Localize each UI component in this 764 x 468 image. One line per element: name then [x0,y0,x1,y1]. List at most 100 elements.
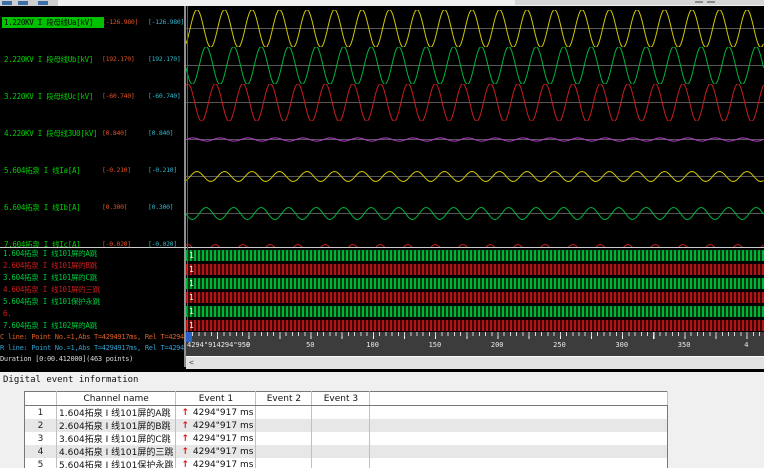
event-rise-arrow-icon: ↑ [181,446,189,457]
event3-cell [311,405,371,419]
status-r-line: R line: Point No.=1,Abs T=4294917ms, Rel… [0,344,184,352]
digital-trace-value: 1 [189,293,194,302]
analog-channel-label[interactable]: 4.220KV I 段母线3U0[kV] [2,128,99,139]
event3-cell [311,445,371,458]
digital-event-panel: Digital event information Channel name Ev… [0,372,764,468]
c-cursor-line[interactable] [187,6,188,332]
table-row[interactable]: 1 1.604拓泉 I 线101屏的A跳 ↑ 4294"917 ms [24,405,668,420]
toolbar-icon[interactable] [18,1,28,5]
digital-channel-label[interactable]: 4.604拓泉 I 线101屏的三跳 [0,284,184,296]
h-scrollbar[interactable]: < [186,356,764,369]
ruler-tick-label: 350 [677,341,691,349]
digital-trace-value: 1 [189,307,194,316]
analog-channel-row[interactable]: 1.220KV I 段母线Ua[kV] [-126.980] [-126.980] [0,17,184,28]
analog-channel-row[interactable]: 3.220KV I 段母线Uc[kV] [-60.740] [-60.740] [0,91,184,102]
filler-cell [369,419,668,432]
ruler-tick-label: 200 [490,341,504,349]
analog-channel-row[interactable]: 6.604拓泉 I 线Ib[A] [0.300] [0.300] [0,202,184,213]
section-divider [0,247,764,248]
section-title: Digital event information [3,375,139,385]
waveform-svg [186,8,764,48]
analog-channel-label[interactable]: 1.220KV I 段母线Ua[kV] [2,17,104,28]
analog-channel-row[interactable]: 4.220KV I 段母线3U0[kV] [0.840] [0.840] [0,128,184,139]
digital-trace-bar: 1 [186,320,764,331]
channel-name-cell: 4.604拓泉 I 线101屏的三跳 [56,445,177,458]
analog-channel-row[interactable]: 5.604拓泉 I 线Ia[A] [-0.210] [-0.210] [0,165,184,176]
digital-channel-label[interactable]: 3.604拓泉 I 线101屏的C跳 [0,272,184,284]
ruler-minor-ticks [186,332,764,336]
cursor2-value: [192.170] [148,55,181,63]
digital-trace-value: 1 [189,265,194,274]
digital-channel-label[interactable]: 2.604拓泉 I 线101屏的B跳 [0,260,184,272]
cursor2-value: [-126.980] [148,18,184,26]
row-number: 4 [24,445,57,458]
event1-cell: ↑ 4294"917 ms [175,405,257,419]
event-rise-arrow-icon: ↑ [181,433,189,444]
filler-cell [370,432,668,445]
digital-trace-area[interactable]: 1 1 1 1 1 1 [186,248,764,332]
cursor1-value: [192.170] [102,55,135,63]
analog-channel-label[interactable]: 6.604拓泉 I 线Ib[A] [2,202,82,213]
row-number: 5 [24,458,57,468]
col-header [24,391,57,406]
scroll-left-arrow[interactable]: < [189,358,194,368]
ruler-tick-label: 150 [428,341,442,349]
table-row[interactable]: 2 2.604拓泉 I 线101屏的B跳 ↑ 4294"917 ms [24,419,668,432]
status-duration: Duration [0:00.412000](463 points) [0,355,134,363]
time-ruler: 4294"914294"950 0 50 100 150 200 250 300 350 4 [186,332,764,356]
event-time: 4294"917 ms [192,446,254,457]
channel-name-cell: 1.604拓泉 I 线101屏的A跳 [56,405,177,419]
analog-channel-label[interactable]: 3.220KV I 段母线Uc[kV] [2,91,95,102]
event2-cell [255,419,313,432]
table-row[interactable]: 3 3.604拓泉 I 线101屏的C跳 ↑ 4294"917 ms [24,432,668,445]
row-number: 2 [24,419,57,432]
filler-cell [370,406,668,420]
event3-cell [311,419,371,432]
table-row[interactable]: 4 4.604拓泉 I 线101屏的三跳 ↑ 4294"917 ms [24,445,668,458]
channel-name-cell: 5.604拓泉 I 线101保护永跳 [56,458,177,468]
toolbar-icon[interactable] [38,1,48,5]
table-header-row: Channel name Event 1 Event 2 Event 3 [24,391,669,406]
digital-trace-bar: 1 [186,250,764,261]
row-number: 1 [24,405,57,419]
waveform-viewer: 1.220KV I 段母线Ua[kV] [-126.980] [-126.980] 2… [0,6,764,372]
event-time: 4294"917 ms [192,407,254,418]
event-rise-arrow-icon: ↑ [181,407,189,418]
digital-channel-label[interactable]: 1.604拓泉 I 线101屏的A跳 [0,248,184,260]
event2-cell [255,432,313,445]
digital-channel-label[interactable]: 7.604拓泉 I 线102屏的A跳 [0,320,184,332]
window-control-icon[interactable] [695,1,703,3]
analog-waveform-area[interactable] [186,6,764,247]
cursor1-value: [0.840] [102,129,128,137]
channel-list-panel: 1.220KV I 段母线Ua[kV] [-126.980] [-126.980] 2… [0,6,184,367]
cursor-status-panel: C line: Point No.=1,Abs T=4294917ms, Rel… [0,332,184,367]
channel-name-cell: 3.604拓泉 I 线101屏的C跳 [56,432,177,445]
digital-trace-bar: 1 [186,278,764,289]
waveform-row [186,8,764,48]
window-control-icon[interactable] [707,1,715,3]
digital-channel-label[interactable]: 5.604拓泉 I 线101保护永跳 [0,296,184,308]
analog-channel-label[interactable]: 2.220KV I 段母线Ub[kV] [2,54,95,65]
waveform-svg [186,243,764,247]
col-header: Event 1 [175,391,257,406]
status-c-line: C line: Point No.=1,Abs T=4294917ms, Rel… [0,333,184,341]
digital-trace-value: 1 [189,321,194,330]
cursor1-value: [-60.740] [102,92,135,100]
event-time: 4294"917 ms [192,459,254,468]
toolbar-icon[interactable] [2,1,12,5]
event1-cell: ↑ 4294"917 ms [175,432,257,445]
ruler-tick-label: 250 [553,341,566,349]
waveform-svg [186,206,764,220]
ruler-tick-label: 300 [615,341,629,349]
event1-cell: ↑ 4294"917 ms [175,445,257,458]
filler-cell [370,458,668,468]
ruler-tick-label: 0 [245,341,251,349]
digital-trace-value: 1 [189,279,194,288]
ruler-cursor-times: 4294"914294"950 [187,341,251,349]
analog-channel-row[interactable]: 2.220KV I 段母线Ub[kV] [192.170] [192.170] [0,54,184,65]
event-table: Channel name Event 1 Event 2 Event 3 1 1.604拓… [24,391,669,468]
filler-cell [369,445,668,458]
analog-channel-label[interactable]: 5.604拓泉 I 线Ia[A] [2,165,82,176]
digital-channel-label[interactable]: 6. [0,308,184,320]
table-row[interactable]: 5 5.604拓泉 I 线101保护永跳 ↑ 4294"917 ms [24,458,668,468]
